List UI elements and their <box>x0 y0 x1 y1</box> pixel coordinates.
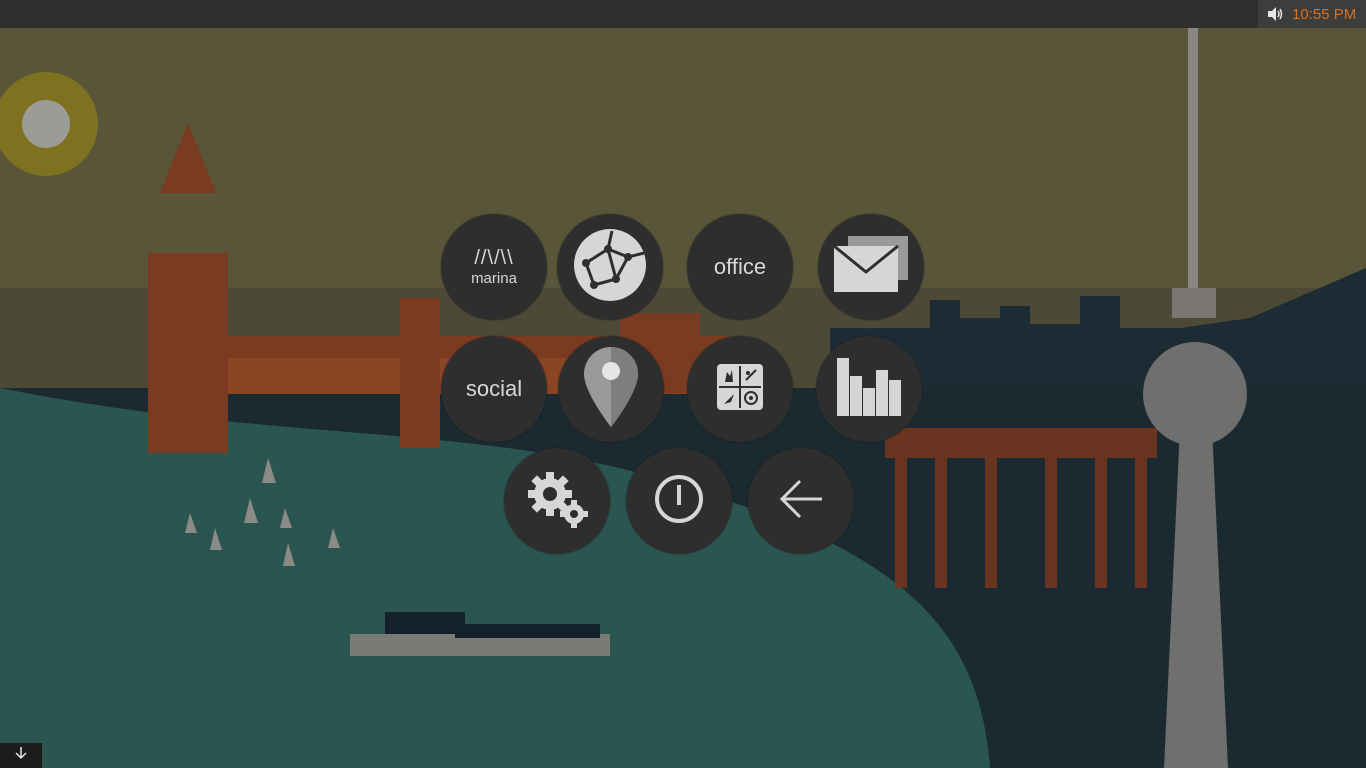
social-label: social <box>465 376 523 401</box>
power-icon <box>653 473 705 530</box>
maps-button[interactable] <box>558 336 664 442</box>
games-button[interactable] <box>687 336 793 442</box>
system-tray: 10:55 PM <box>1258 0 1366 28</box>
office-label: office <box>713 254 767 279</box>
speaker-icon[interactable] <box>1266 6 1284 22</box>
arrow-down-icon <box>14 746 28 765</box>
envelope-icon <box>833 235 908 299</box>
globe-network-icon <box>572 227 648 308</box>
settings-button[interactable] <box>504 448 610 554</box>
browser-button[interactable] <box>557 214 663 320</box>
bar-chart-icon <box>837 357 901 421</box>
clock[interactable]: 10:55 PM <box>1292 6 1356 23</box>
games-grid-icon <box>717 363 763 415</box>
office-button[interactable]: office <box>687 214 793 320</box>
social-button[interactable]: social <box>441 336 547 442</box>
wallpaper <box>0 28 1366 768</box>
gears-icon <box>526 470 588 533</box>
arrow-left-icon <box>778 479 824 524</box>
mail-button[interactable] <box>818 214 924 320</box>
marina-logo-icon: //\/\\ marina <box>471 248 517 286</box>
map-pin-icon <box>584 346 638 432</box>
marina-mark: //\/\\ <box>474 247 514 269</box>
power-button[interactable] <box>626 448 732 554</box>
charts-button[interactable] <box>816 336 922 442</box>
marina-button[interactable]: //\/\\ marina <box>441 214 547 320</box>
top-bar: 10:55 PM <box>0 0 1366 28</box>
marina-label: marina <box>471 270 517 287</box>
scroll-down-button[interactable] <box>0 743 42 768</box>
back-button[interactable] <box>748 448 854 554</box>
